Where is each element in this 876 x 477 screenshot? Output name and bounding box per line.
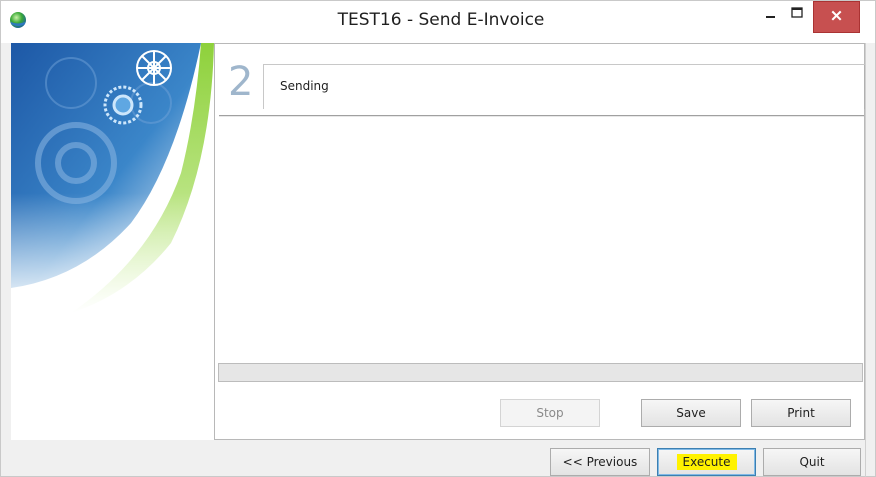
- progress-bar: [218, 363, 863, 382]
- save-button[interactable]: Save: [641, 399, 741, 427]
- execute-label: Execute: [676, 454, 737, 470]
- minimize-icon[interactable]: [757, 1, 783, 31]
- globe-icon: [10, 12, 26, 28]
- step-number: 2: [228, 59, 254, 105]
- wizard-window: TEST16 - Send E-Invoice 2 Sending Stop S…: [0, 0, 876, 477]
- previous-button[interactable]: << Previous: [550, 448, 650, 476]
- step-header: Sending: [263, 64, 866, 109]
- stop-button[interactable]: Stop: [500, 399, 600, 427]
- close-icon[interactable]: [813, 1, 860, 33]
- quit-button[interactable]: Quit: [763, 448, 861, 476]
- header-divider: [219, 115, 864, 116]
- window-edge: [865, 43, 866, 477]
- title-bar[interactable]: TEST16 - Send E-Invoice: [1, 1, 875, 43]
- wizard-content-panel: 2 Sending Stop Save Print: [214, 43, 866, 440]
- execute-button[interactable]: Execute: [657, 448, 756, 476]
- maximize-icon[interactable]: [783, 1, 811, 31]
- wizard-banner-image: [11, 43, 214, 440]
- step-title: Sending: [280, 79, 329, 93]
- print-button[interactable]: Print: [751, 399, 851, 427]
- window-title: TEST16 - Send E-Invoice: [337, 10, 545, 30]
